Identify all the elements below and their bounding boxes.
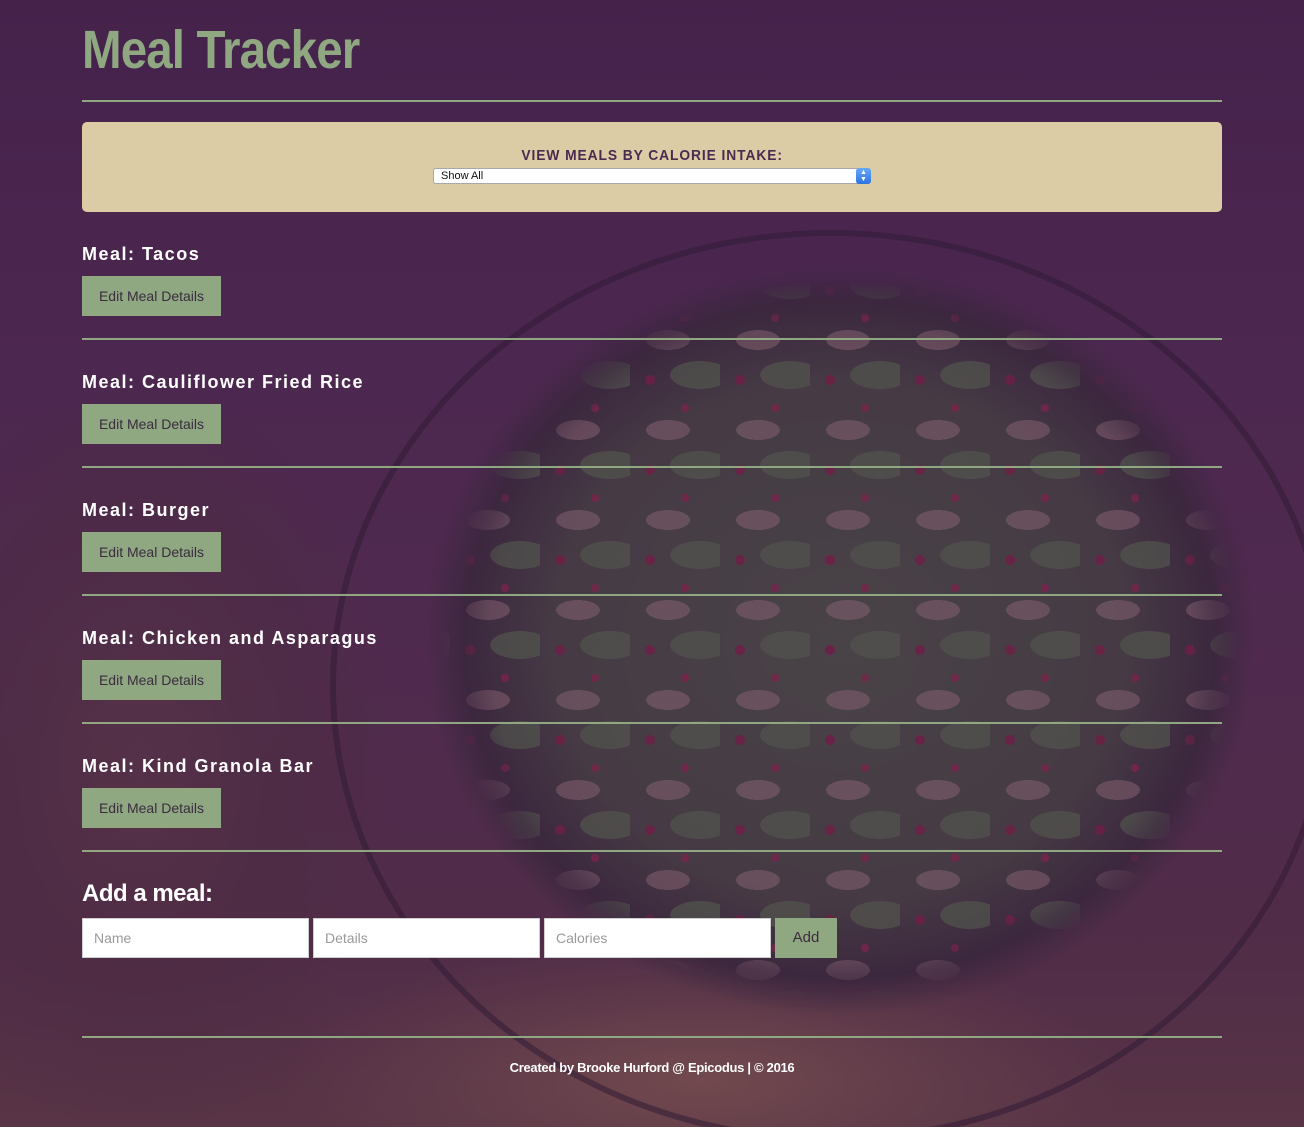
meal-name-input[interactable]	[82, 918, 309, 958]
select-value: Show All	[441, 170, 484, 182]
edit-meal-button[interactable]: Edit Meal Details	[82, 788, 221, 828]
filter-label: VIEW MEALS BY CALORIE INTAKE:	[521, 147, 783, 164]
edit-meal-button[interactable]: Edit Meal Details	[82, 532, 221, 572]
meal-name: Meal: Kind Granola Bar	[82, 756, 315, 776]
add-meal-inputs: Add	[82, 918, 837, 958]
add-meal-form: Add a meal: Add	[82, 852, 1222, 1036]
meal-name: Meal: Burger	[82, 500, 211, 520]
footer-credits: Created by Brooke Hurford @ Epicodus | ©…	[509, 1060, 795, 1075]
divider	[82, 100, 1222, 102]
meal-item: Meal: Cauliflower Fried Rice Edit Meal D…	[82, 340, 1222, 466]
meal-details-input[interactable]	[313, 918, 540, 958]
meal-list: Meal: Tacos Edit Meal Details Meal: Caul…	[82, 212, 1222, 852]
page-title: Meal Tracker	[82, 20, 360, 80]
calorie-filter-select[interactable]: Show All ▲ ▼	[433, 168, 871, 184]
select-arrows-icon: ▲ ▼	[856, 168, 871, 184]
add-meal-button[interactable]: Add	[775, 918, 837, 958]
add-meal-title: Add a meal:	[82, 880, 213, 907]
edit-meal-button[interactable]: Edit Meal Details	[82, 276, 221, 316]
meal-calories-input[interactable]	[544, 918, 771, 958]
edit-meal-button[interactable]: Edit Meal Details	[82, 404, 221, 444]
edit-meal-button[interactable]: Edit Meal Details	[82, 660, 221, 700]
meal-name: Meal: Chicken and Asparagus	[82, 628, 378, 648]
meal-item: Meal: Tacos Edit Meal Details	[82, 212, 1222, 338]
calorie-filter-panel: VIEW MEALS BY CALORIE INTAKE: Show All ▲…	[82, 122, 1222, 212]
meal-name: Meal: Tacos	[82, 244, 201, 264]
meal-item: Meal: Kind Granola Bar Edit Meal Details	[82, 724, 1222, 850]
meal-name: Meal: Cauliflower Fried Rice	[82, 372, 365, 392]
meal-item: Meal: Chicken and Asparagus Edit Meal De…	[82, 596, 1222, 722]
main-container: Meal Tracker VIEW MEALS BY CALORIE INTAK…	[82, 0, 1222, 1075]
meal-item: Meal: Burger Edit Meal Details	[82, 468, 1222, 594]
